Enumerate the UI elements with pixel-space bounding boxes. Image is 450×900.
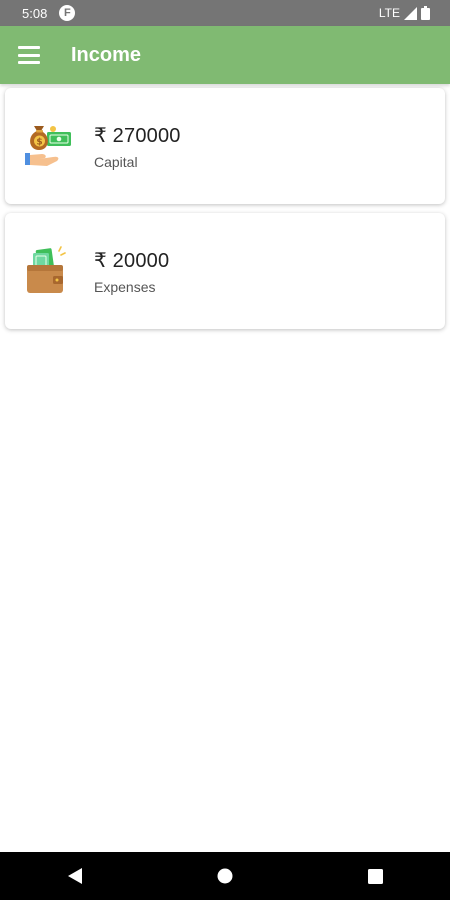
expenses-amount: ₹ 20000 (94, 249, 170, 272)
home-circle-icon[interactable] (210, 861, 240, 891)
notification-icon: F (59, 5, 76, 21)
status-indicators: LTE (379, 6, 430, 20)
capital-card[interactable]: $ ₹ 270000 Capital (5, 88, 445, 204)
svg-text:$: $ (36, 138, 42, 148)
capital-label: Capital (94, 153, 138, 170)
expenses-card[interactable]: ₹ 20000 Expenses (5, 213, 445, 329)
system-nav-bar (0, 852, 450, 900)
app-bar: Income (0, 26, 450, 84)
back-triangle-icon[interactable] (60, 861, 90, 891)
wallet-cash-icon (23, 245, 75, 297)
signal-icon (404, 6, 417, 20)
capital-amount: ₹ 270000 (94, 124, 181, 147)
page-title: Income (71, 43, 142, 66)
expenses-text: ₹ 20000 Expenses (94, 248, 169, 295)
network-type: LTE (378, 6, 400, 20)
capital-text: ₹ 270000 Capital (94, 123, 181, 170)
screen: 5:08 F LTE Income $ ₹ 270000 Capital ₹ 2… (0, 0, 450, 900)
status-time: 5:08 (22, 5, 48, 21)
status-bar: 5:08 F LTE (0, 0, 450, 26)
expenses-label: Expenses (94, 278, 156, 295)
battery-icon (421, 6, 430, 20)
recents-square-icon[interactable] (360, 861, 390, 891)
money-bag-hand-icon: $ (23, 120, 75, 172)
hamburger-menu-icon[interactable] (18, 46, 40, 64)
